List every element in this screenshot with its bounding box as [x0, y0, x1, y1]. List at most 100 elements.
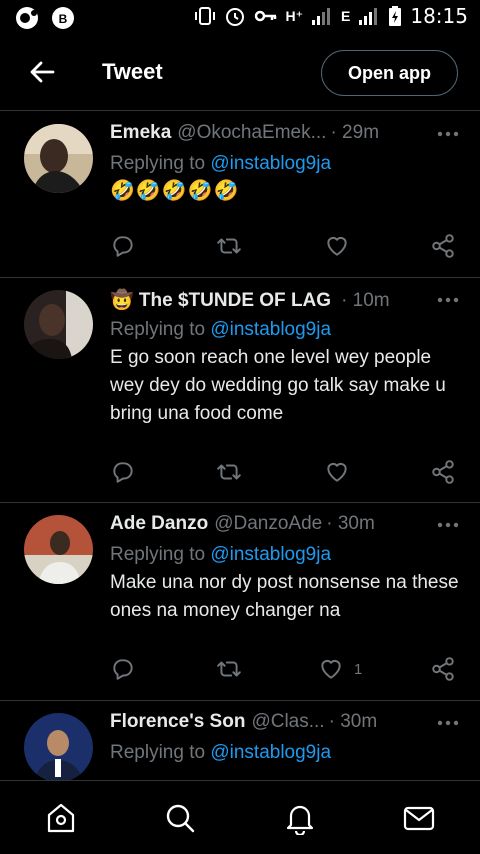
author-name[interactable]: 🤠 The $TUNDE OF LAG: [110, 288, 331, 312]
mail-icon[interactable]: [402, 801, 436, 835]
retweet-button[interactable]: [216, 457, 242, 487]
share-button[interactable]: [430, 231, 456, 261]
avatar-image: [24, 713, 93, 782]
tweet-actions: [110, 457, 460, 487]
tweet-meta: Florence's Son @Clas... · 30m: [110, 711, 460, 739]
avatar[interactable]: [24, 713, 93, 782]
share-button[interactable]: [430, 457, 456, 487]
notification-app-icon: [16, 7, 38, 29]
share-icon: [432, 460, 454, 484]
tweet-time: · 30m: [326, 513, 375, 534]
author-handle[interactable]: @Clas...: [251, 711, 324, 733]
replying-prefix: Replying to: [110, 319, 206, 340]
mention-link[interactable]: @instablog9ja: [210, 319, 331, 340]
share-icon: [432, 234, 454, 258]
reply-button[interactable]: [110, 654, 136, 684]
like-button[interactable]: [324, 457, 360, 487]
search-icon[interactable]: [163, 801, 197, 835]
open-app-button[interactable]: Open app: [321, 50, 458, 96]
network-type-a: H⁺: [285, 7, 304, 24]
replying-to-line: Replying to @instablog9ja: [110, 544, 460, 566]
reply-button[interactable]: [110, 457, 136, 487]
replying-prefix: Replying to: [110, 153, 206, 174]
page-title: Tweet: [102, 59, 163, 84]
tweet-text: 🤣🤣🤣🤣🤣: [110, 180, 240, 202]
status-time: 18:15: [410, 4, 468, 28]
tweet-actions: [110, 231, 460, 261]
tweet-text: Make una nor dy post nonsense na these o…: [110, 572, 459, 621]
tweet-text: E go soon reach one level wey people wey…: [110, 347, 446, 424]
more-dots-icon[interactable]: [436, 126, 460, 142]
heart-icon: [321, 659, 341, 679]
share-button[interactable]: [430, 654, 456, 684]
author-handle[interactable]: @OkochaEmek...: [177, 122, 326, 144]
avatar[interactable]: [24, 515, 93, 584]
author-handle[interactable]: @DanzoAde: [214, 513, 322, 535]
retweet-icon: [217, 238, 241, 254]
svg-text:B: B: [59, 12, 68, 26]
alarm-icon: [225, 8, 244, 26]
tweet[interactable]: 🤠 The $TUNDE OF LAG · 10m Replying to @i…: [0, 278, 480, 503]
bottom-navigation: [0, 780, 480, 854]
retweet-button[interactable]: [216, 654, 242, 684]
network-type-b: E: [341, 8, 351, 24]
retweet-icon: [217, 464, 241, 480]
status-bar: B H⁺ E 18:15: [0, 0, 480, 36]
mention-link[interactable]: @instablog9ja: [210, 742, 331, 763]
heart-icon: [327, 462, 347, 482]
tweet-body: 🤠 The $TUNDE OF LAG · 10m Replying to @i…: [110, 288, 460, 428]
tweet-body: Emeka @OkochaEmek... · 29m Replying to @…: [110, 122, 460, 205]
replying-to-line: Replying to @instablog9ja: [110, 319, 460, 341]
more-dots-icon[interactable]: [436, 715, 460, 731]
tweet-time: · 30m: [328, 711, 378, 732]
reply-icon: [113, 236, 133, 257]
avatar-image: [24, 515, 93, 584]
bell-icon[interactable]: [283, 801, 317, 835]
tweet-time: · 29m: [330, 122, 380, 143]
like-button[interactable]: 1: [318, 654, 362, 684]
status-left-icons: B: [14, 5, 76, 31]
status-right-icons: H⁺ E 18:15: [194, 4, 468, 28]
retweet-icon: [217, 661, 241, 677]
top-app-bar: Tweet Open app: [0, 36, 480, 111]
reply-icon: [113, 462, 133, 483]
home-icon[interactable]: [44, 801, 78, 835]
signal-icon-a: [312, 8, 331, 25]
retweet-button[interactable]: [216, 231, 242, 261]
replying-prefix: Replying to: [110, 742, 206, 763]
reply-button[interactable]: [110, 231, 136, 261]
battery-charging-icon: [389, 6, 402, 26]
signal-icon-b: [359, 8, 378, 25]
like-button[interactable]: [324, 231, 360, 261]
avatar-image: [24, 124, 93, 193]
like-count: 1: [354, 660, 363, 678]
tweet-meta: 🤠 The $TUNDE OF LAG · 10m: [110, 288, 460, 316]
reply-icon: [113, 659, 133, 680]
author-name[interactable]: Florence's Son: [110, 711, 245, 733]
avatar[interactable]: [24, 290, 93, 359]
share-icon: [432, 657, 454, 681]
replying-prefix: Replying to: [110, 544, 206, 565]
tweet-body: Florence's Son @Clas... · 30m Replying t…: [110, 711, 460, 764]
whatsapp-business-icon: B: [52, 7, 74, 29]
author-name[interactable]: Ade Danzo: [110, 513, 208, 535]
tweet[interactable]: Emeka @OkochaEmek... · 29m Replying to @…: [0, 112, 480, 278]
more-dots-icon[interactable]: [436, 517, 460, 533]
replying-to-line: Replying to @instablog9ja: [110, 153, 460, 175]
tweet[interactable]: Ade Danzo @DanzoAde · 30m Replying to @i…: [0, 503, 480, 701]
tweet-meta: Emeka @OkochaEmek... · 29m: [110, 122, 460, 150]
reply-feed: Emeka @OkochaEmek... · 29m Replying to @…: [0, 112, 480, 791]
replying-to-line: Replying to @instablog9ja: [110, 742, 460, 764]
key-icon: [254, 10, 276, 22]
mention-link[interactable]: @instablog9ja: [210, 153, 331, 174]
mention-link[interactable]: @instablog9ja: [210, 544, 331, 565]
arrow-left-icon[interactable]: [26, 56, 58, 88]
tweet[interactable]: Florence's Son @Clas... · 30m Replying t…: [0, 701, 480, 791]
tweet-body: Ade Danzo @DanzoAde · 30m Replying to @i…: [110, 513, 460, 625]
author-name[interactable]: Emeka: [110, 122, 171, 144]
more-dots-icon[interactable]: [436, 292, 460, 308]
heart-icon: [327, 236, 347, 256]
vibrate-icon: [194, 7, 215, 25]
tweet-actions: 1: [110, 654, 460, 684]
avatar[interactable]: [24, 124, 93, 193]
